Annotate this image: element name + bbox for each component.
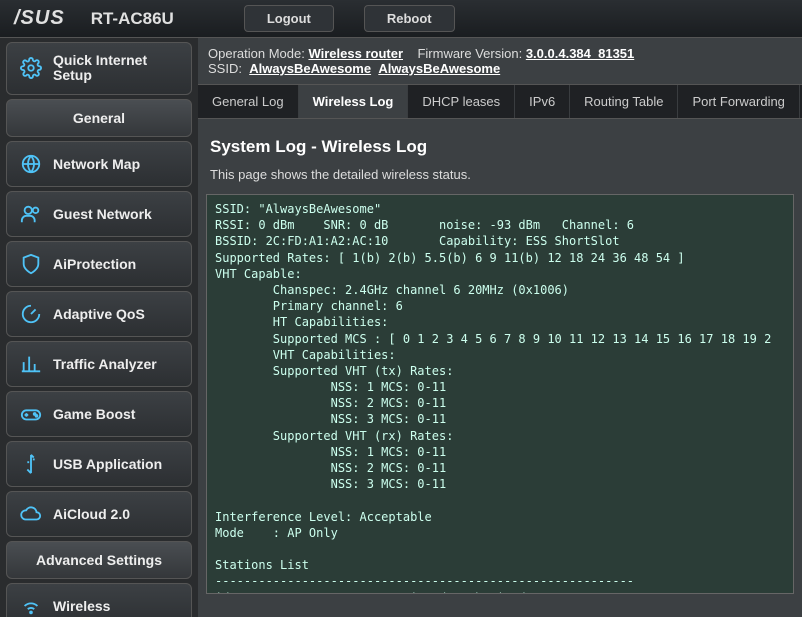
- content-area: Operation Mode: Wireless router Firmware…: [198, 38, 802, 617]
- tab-general-log[interactable]: General Log: [198, 85, 299, 118]
- tab-ipv6[interactable]: IPv6: [515, 85, 570, 118]
- gamepad-icon: [19, 402, 43, 426]
- top-bar: /SUS RT-AC86U Logout Reboot: [0, 0, 802, 38]
- section-advanced: Advanced Settings: [6, 541, 192, 579]
- tab-port-forwarding[interactable]: Port Forwarding: [678, 85, 799, 118]
- gauge-icon: [19, 302, 43, 326]
- sidebar-item-label: Game Boost: [53, 406, 135, 422]
- sidebar-item-label: AiProtection: [53, 256, 136, 272]
- cloud-icon: [19, 502, 43, 526]
- ssid-label: SSID:: [208, 61, 242, 76]
- shield-icon: [19, 252, 43, 276]
- sidebar-item-label: Adaptive QoS: [53, 306, 145, 322]
- tab-dhcp-leases[interactable]: DHCP leases: [408, 85, 515, 118]
- page-description: This page shows the detailed wireless st…: [198, 167, 802, 194]
- operation-header: Operation Mode: Wireless router Firmware…: [198, 38, 802, 84]
- sidebar-item-label: Guest Network: [53, 206, 152, 222]
- reboot-button[interactable]: Reboot: [364, 5, 455, 32]
- qis-label: Quick Internet Setup: [53, 53, 147, 84]
- section-general-label: General: [73, 110, 125, 126]
- wifi-icon: [19, 594, 43, 617]
- sidebar-item-adaptive-qos[interactable]: Adaptive QoS: [6, 291, 192, 337]
- ssid2-link[interactable]: AlwaysBeAwesome: [378, 61, 500, 76]
- sidebar-item-network-map[interactable]: Network Map: [6, 141, 192, 187]
- opmode-link[interactable]: Wireless router: [308, 46, 403, 61]
- sidebar-item-game-boost[interactable]: Game Boost: [6, 391, 192, 437]
- globe-icon: [19, 152, 43, 176]
- qis-icon: [19, 56, 43, 80]
- sidebar-item-guest-network[interactable]: Guest Network: [6, 191, 192, 237]
- brand-logo: /SUS: [0, 7, 79, 30]
- tab-routing-table[interactable]: Routing Table: [570, 85, 678, 118]
- tab-bar: General Log Wireless Log DHCP leases IPv…: [198, 84, 802, 119]
- logout-button[interactable]: Logout: [244, 5, 334, 32]
- chart-icon: [19, 352, 43, 376]
- section-general: General: [6, 99, 192, 137]
- sidebar-item-wireless[interactable]: Wireless: [6, 583, 192, 617]
- sidebar-item-label: Network Map: [53, 156, 140, 172]
- opmode-label: Operation Mode:: [208, 46, 305, 61]
- sidebar-item-label: Wireless: [53, 598, 110, 614]
- usb-icon: [19, 452, 43, 476]
- ssid1-link[interactable]: AlwaysBeAwesome: [249, 61, 371, 76]
- sidebar-item-aiprotection[interactable]: AiProtection: [6, 241, 192, 287]
- top-buttons: Logout Reboot: [244, 5, 455, 32]
- quick-internet-setup[interactable]: Quick Internet Setup: [6, 42, 192, 95]
- users-icon: [19, 202, 43, 226]
- model-name: RT-AC86U: [91, 9, 174, 29]
- sidebar-item-usb-application[interactable]: USB Application: [6, 441, 192, 487]
- qis-line1: Quick Internet: [53, 53, 147, 68]
- sidebar-item-label: USB Application: [53, 456, 162, 472]
- qis-line2: Setup: [53, 68, 147, 83]
- sidebar-item-traffic-analyzer[interactable]: Traffic Analyzer: [6, 341, 192, 387]
- main-area: Quick Internet Setup General Network Map…: [0, 38, 802, 617]
- brand-text: /SUS: [14, 7, 65, 30]
- section-advanced-label: Advanced Settings: [36, 552, 162, 568]
- tab-wireless-log[interactable]: Wireless Log: [299, 85, 409, 118]
- sidebar-item-label: Traffic Analyzer: [53, 356, 157, 372]
- wireless-log-output: SSID: "AlwaysBeAwesome" RSSI: 0 dBm SNR:…: [206, 194, 794, 594]
- fw-label: Firmware Version:: [417, 46, 522, 61]
- page-title: System Log - Wireless Log: [198, 119, 802, 167]
- sidebar-item-label: AiCloud 2.0: [53, 506, 130, 522]
- sidebar: Quick Internet Setup General Network Map…: [0, 38, 198, 617]
- sidebar-item-aicloud[interactable]: AiCloud 2.0: [6, 491, 192, 537]
- fw-link[interactable]: 3.0.0.4.384_81351: [526, 46, 634, 61]
